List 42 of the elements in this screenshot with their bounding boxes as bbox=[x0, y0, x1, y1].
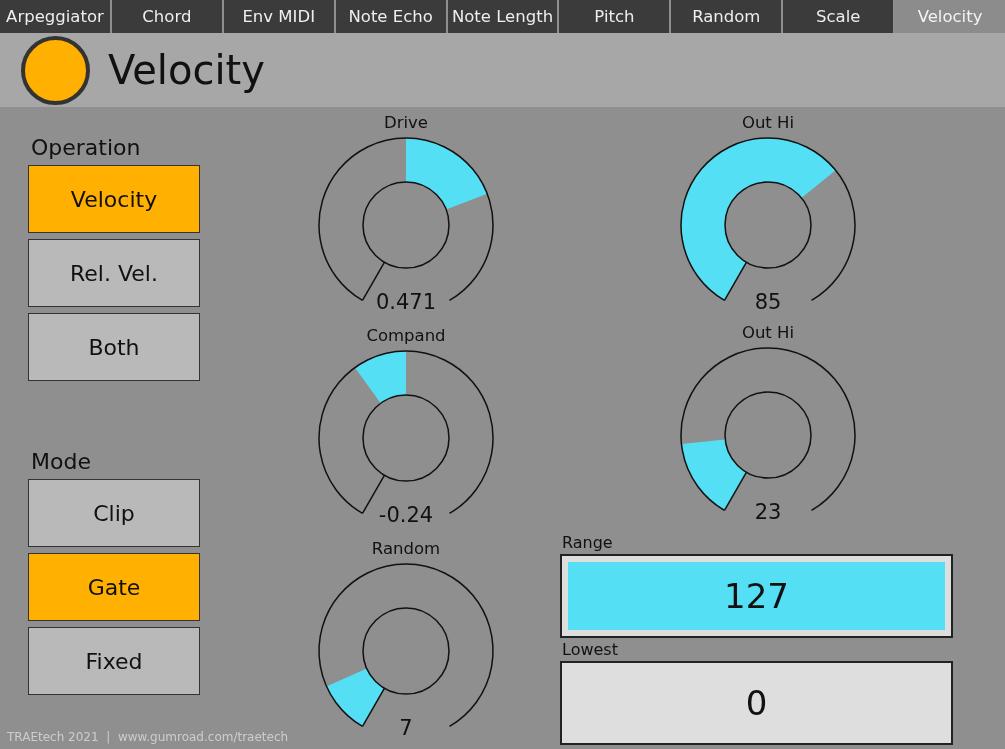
knob-reading: 85 bbox=[754, 290, 782, 314]
knob-reading: 23 bbox=[754, 500, 782, 524]
mode-button[interactable]: Clip bbox=[28, 479, 200, 547]
mode-button[interactable]: Fixed bbox=[28, 627, 200, 695]
knob-fill bbox=[354, 351, 406, 404]
knob-label: Out Hi bbox=[741, 323, 795, 344]
tab[interactable]: Note Length bbox=[447, 0, 558, 33]
knob-label: Random bbox=[371, 539, 441, 560]
field-label: Range bbox=[562, 533, 613, 552]
operation-button[interactable]: Velocity bbox=[28, 165, 200, 233]
knob[interactable]: 7 bbox=[316, 561, 496, 745]
knob-fill bbox=[326, 668, 385, 727]
tab[interactable]: Scale bbox=[783, 0, 894, 33]
group-label: Operation bbox=[31, 135, 141, 160]
operation-button[interactable]: Both bbox=[28, 313, 200, 381]
tab[interactable]: Chord bbox=[111, 0, 222, 33]
field-label: Lowest bbox=[562, 640, 618, 659]
knob[interactable]: 85 bbox=[678, 135, 858, 319]
knob[interactable]: -0.24 bbox=[316, 348, 496, 532]
knob-reading: -0.24 bbox=[378, 503, 434, 527]
page-title: Velocity bbox=[108, 47, 265, 93]
range-value: 127 bbox=[724, 576, 789, 616]
knob-reading: 7 bbox=[399, 716, 413, 740]
tab[interactable]: Note Echo bbox=[335, 0, 446, 33]
knob-fill bbox=[681, 439, 747, 511]
mode-button[interactable]: Gate bbox=[28, 553, 200, 621]
tab[interactable]: Random bbox=[671, 0, 782, 33]
knob[interactable]: 0.471 bbox=[316, 135, 496, 319]
knob-label: Out Hi bbox=[741, 113, 795, 134]
group-label: Mode bbox=[31, 449, 91, 474]
tab[interactable]: Pitch bbox=[559, 0, 670, 33]
knob-label: Drive bbox=[384, 113, 428, 134]
footer-text: TRAEtech 2021 | www.gumroad.com/traetech bbox=[7, 730, 289, 744]
knob-reading: 0.471 bbox=[375, 290, 437, 314]
knob[interactable]: 23 bbox=[678, 345, 858, 529]
lowest-value: 0 bbox=[745, 683, 768, 723]
knob-label: Compand bbox=[366, 326, 446, 347]
lowest-field[interactable]: 0 bbox=[560, 661, 953, 745]
operation-button[interactable]: Rel. Vel. bbox=[28, 239, 200, 307]
tab[interactable]: Env MIDI bbox=[223, 0, 334, 33]
tab[interactable]: Arpeggiator bbox=[0, 0, 110, 33]
range-field[interactable]: 127 bbox=[560, 554, 953, 638]
